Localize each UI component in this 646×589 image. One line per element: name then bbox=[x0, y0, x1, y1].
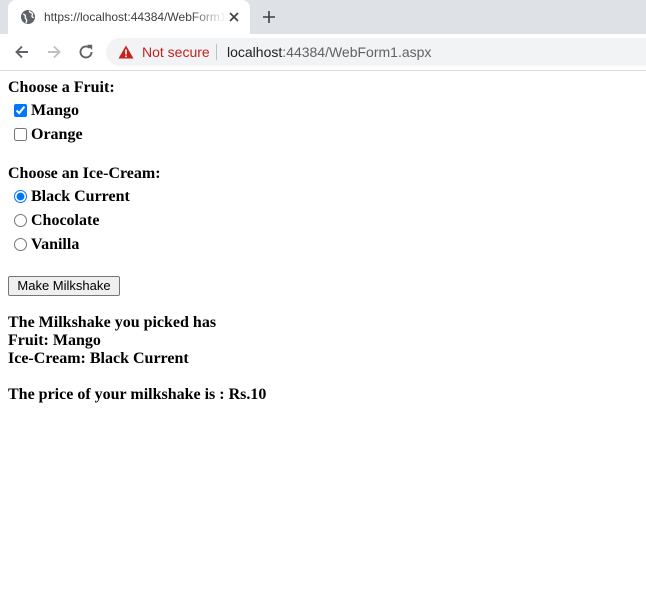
active-tab[interactable]: https://localhost:44384/WebForm1.aspx bbox=[8, 0, 250, 34]
chocolate-radio[interactable] bbox=[14, 214, 27, 227]
address-bar[interactable]: Not secure localhost:44384/WebForm1.aspx bbox=[106, 38, 646, 66]
vanilla-label[interactable]: Vanilla bbox=[31, 236, 79, 254]
plus-icon[interactable] bbox=[260, 8, 278, 26]
warning-triangle-icon[interactable] bbox=[118, 45, 134, 59]
make-milkshake-button[interactable]: Make Milkshake bbox=[8, 276, 120, 296]
fruit-heading: Choose a Fruit: bbox=[8, 79, 115, 96]
tab-strip: https://localhost:44384/WebForm1.aspx bbox=[0, 0, 646, 34]
vanilla-radio[interactable] bbox=[14, 238, 27, 251]
back-arrow-icon[interactable] bbox=[12, 42, 32, 62]
not-secure-label[interactable]: Not secure bbox=[142, 43, 210, 61]
url-path: :44384/WebForm1.aspx bbox=[282, 44, 432, 60]
tab-title: https://localhost:44384/WebForm1.aspx bbox=[44, 10, 226, 24]
orange-label[interactable]: Orange bbox=[31, 126, 83, 144]
fruit-result: Fruit: Mango bbox=[8, 332, 101, 349]
orange-checkbox[interactable] bbox=[14, 128, 27, 141]
browser-toolbar: Not secure localhost:44384/WebForm1.aspx bbox=[0, 34, 646, 71]
close-icon[interactable] bbox=[227, 10, 241, 24]
summary-heading: The Milkshake you picked has bbox=[8, 314, 217, 331]
reload-icon[interactable] bbox=[76, 42, 96, 62]
omnibox-divider bbox=[216, 44, 217, 60]
mango-checkbox[interactable] bbox=[14, 104, 27, 117]
icecream-heading: Choose an Ice-Cream: bbox=[8, 165, 161, 182]
black-current-radio[interactable] bbox=[14, 190, 27, 203]
forward-arrow-icon[interactable] bbox=[44, 42, 64, 62]
price-result: The price of your milkshake is : Rs.10 bbox=[8, 386, 267, 403]
url-host: localhost bbox=[227, 44, 283, 60]
chocolate-label[interactable]: Chocolate bbox=[31, 212, 99, 230]
globe-icon bbox=[21, 10, 35, 24]
icecream-result: Ice-Cream: Black Current bbox=[8, 350, 189, 367]
url-text[interactable]: localhost:44384/WebForm1.aspx bbox=[227, 43, 431, 61]
mango-label[interactable]: Mango bbox=[31, 102, 79, 120]
black-current-label[interactable]: Black Current bbox=[31, 188, 130, 206]
page-content: Choose a Fruit: Mango Orange Choose an I… bbox=[0, 71, 646, 589]
